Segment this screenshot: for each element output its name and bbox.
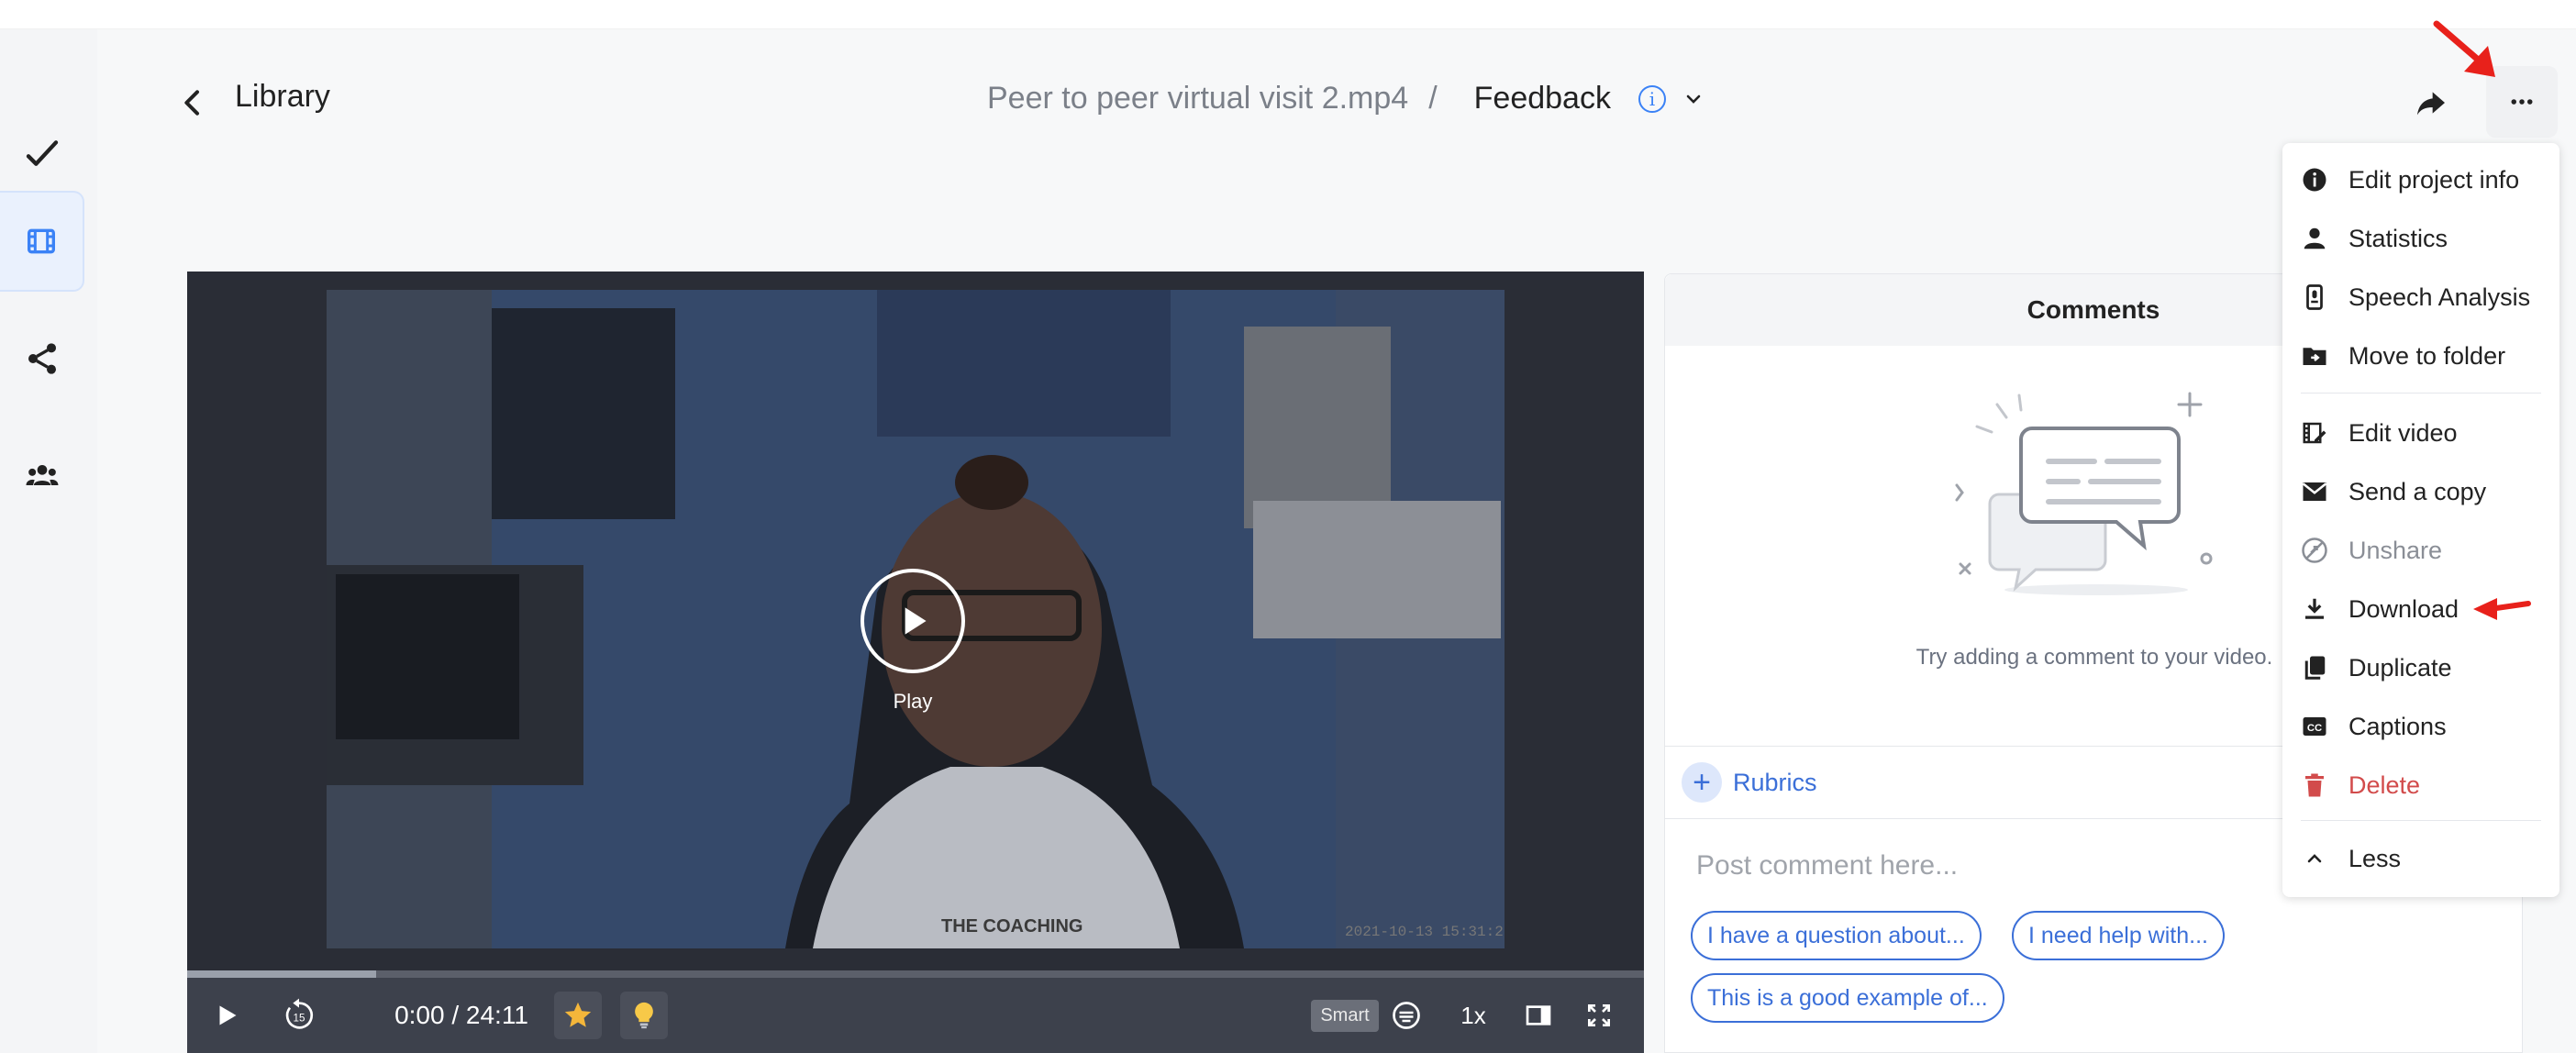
cc-icon: CC bbox=[2303, 717, 2326, 736]
duplicate-icon bbox=[2304, 656, 2326, 680]
ellipsis-icon bbox=[2511, 99, 2533, 105]
play-overlay-button[interactable] bbox=[861, 569, 965, 673]
progress-bar[interactable] bbox=[187, 970, 1644, 978]
person-icon bbox=[2304, 227, 2326, 249]
menu-item-label: Edit project info bbox=[2348, 165, 2520, 194]
edit-video-icon bbox=[2303, 422, 2326, 444]
fullscreen-button[interactable] bbox=[1576, 978, 1622, 1053]
play-icon bbox=[219, 1005, 237, 1025]
unshare-icon bbox=[2302, 538, 2327, 563]
annotation-arrow-icon bbox=[2433, 20, 2495, 77]
chevron-left-icon bbox=[184, 90, 199, 116]
share-nodes-icon bbox=[28, 343, 56, 374]
view-selector[interactable]: Feedback bbox=[1474, 81, 1611, 116]
more-options-menu: Edit project info Statistics Speech Anal… bbox=[2282, 143, 2559, 897]
menu-item-unshare[interactable]: Unshare bbox=[2282, 521, 2559, 580]
svg-text:2021-10-13 15:31:22: 2021-10-13 15:31:22 bbox=[1345, 924, 1505, 940]
skip-back-seconds: 15 bbox=[294, 1013, 305, 1025]
speed-button[interactable]: 1x bbox=[1446, 978, 1501, 1053]
menu-item-label: Speech Analysis bbox=[2348, 283, 2531, 311]
smart-label: Smart bbox=[1311, 999, 1379, 1032]
subtitles-circle-icon bbox=[1393, 1002, 1420, 1029]
checkmark-trend-icon bbox=[26, 140, 59, 166]
time-display: 0:00 / 24:11 bbox=[394, 1001, 528, 1029]
suggestion-chip-example[interactable]: This is a good example of... bbox=[1691, 973, 2004, 1023]
play-button[interactable] bbox=[204, 978, 250, 1053]
video-controls: 15 0:00 / 24:11 Smart 1x bbox=[187, 978, 1644, 1053]
progress-fill bbox=[187, 970, 377, 978]
annotation-arrow-icon bbox=[2473, 598, 2531, 620]
idea-button[interactable] bbox=[620, 992, 668, 1039]
menu-item-label: Move to folder bbox=[2348, 341, 2506, 370]
layout-panel-icon bbox=[1526, 1005, 1551, 1025]
menu-item-move-to-folder[interactable]: Move to folder bbox=[2282, 327, 2559, 385]
menu-item-label: Download bbox=[2348, 594, 2459, 623]
menu-item-speech-analysis[interactable]: Speech Analysis bbox=[2282, 268, 2559, 327]
info-icon[interactable]: i bbox=[1638, 84, 1666, 113]
menu-item-label: Captions bbox=[2348, 712, 2447, 740]
menu-item-label: Send a copy bbox=[2348, 477, 2487, 505]
menu-item-duplicate[interactable]: Duplicate bbox=[2282, 638, 2559, 697]
speech-analysis-icon bbox=[2306, 284, 2323, 310]
menu-item-captions[interactable]: CC Captions bbox=[2282, 697, 2559, 756]
empty-comments-illustration bbox=[1955, 392, 2213, 595]
suggestion-chip-help[interactable]: I need help with... bbox=[2012, 911, 2225, 960]
suggestion-chip-question[interactable]: I have a question about... bbox=[1691, 911, 1982, 960]
sidebar bbox=[0, 29, 97, 1053]
menu-item-label: Unshare bbox=[2348, 536, 2443, 564]
svg-text:CC: CC bbox=[2307, 723, 2322, 734]
sidebar-item-people[interactable] bbox=[0, 426, 84, 526]
plus-icon: + bbox=[1682, 762, 1722, 803]
post-comment-input[interactable]: Post comment here... bbox=[1696, 850, 1958, 881]
folder-move-icon bbox=[2303, 348, 2326, 365]
menu-item-label: Duplicate bbox=[2348, 653, 2452, 682]
info-circle-icon bbox=[2303, 168, 2326, 192]
rewind-15-icon: 15 bbox=[285, 998, 314, 1029]
trash-icon bbox=[2305, 773, 2324, 797]
sidebar-item-share[interactable] bbox=[0, 308, 84, 409]
svg-text:THE COACHING: THE COACHING bbox=[941, 916, 1083, 937]
captions-settings-button[interactable] bbox=[1383, 978, 1429, 1053]
top-strip bbox=[0, 0, 2576, 29]
menu-item-delete[interactable]: Delete bbox=[2282, 756, 2559, 815]
sidebar-item-analytics[interactable] bbox=[0, 103, 84, 204]
chevron-down-icon[interactable] bbox=[1682, 88, 1704, 110]
play-label: Play bbox=[893, 690, 933, 713]
back-link-library[interactable]: Library bbox=[235, 79, 330, 115]
menu-item-label: Less bbox=[2348, 844, 2402, 872]
play-icon bbox=[905, 607, 927, 635]
menu-item-label: Edit video bbox=[2348, 418, 2458, 447]
menu-item-edit-video[interactable]: Edit video bbox=[2282, 404, 2559, 462]
menu-divider bbox=[2301, 820, 2541, 821]
menu-item-statistics[interactable]: Statistics bbox=[2282, 209, 2559, 268]
menu-item-label: Statistics bbox=[2348, 224, 2448, 252]
star-button[interactable] bbox=[554, 992, 602, 1039]
smart-toggle[interactable]: Smart bbox=[1308, 978, 1382, 1053]
chevron-up-icon bbox=[2307, 854, 2322, 863]
star-icon bbox=[564, 1002, 592, 1027]
menu-item-send-a-copy[interactable]: Send a copy bbox=[2282, 462, 2559, 521]
film-icon bbox=[28, 228, 55, 254]
lightbulb-icon bbox=[635, 1002, 653, 1029]
sidebar-item-library[interactable] bbox=[0, 191, 84, 292]
skip-back-button[interactable]: 15 bbox=[272, 978, 327, 1053]
fullscreen-icon bbox=[1588, 1004, 1610, 1026]
menu-item-label: Delete bbox=[2348, 770, 2421, 799]
envelope-icon bbox=[2302, 482, 2327, 501]
download-icon bbox=[2305, 598, 2324, 619]
sidebar-layout-button[interactable] bbox=[1516, 978, 1561, 1053]
breadcrumb: Peer to peer virtual visit 2.mp4 / Feedb… bbox=[987, 81, 1704, 116]
back-button[interactable] bbox=[174, 84, 211, 121]
menu-item-edit-project-info[interactable]: Edit project info bbox=[2282, 150, 2559, 209]
breadcrumb-separator: / bbox=[1428, 81, 1438, 116]
rubrics-label: Rubrics bbox=[1733, 768, 1817, 796]
menu-item-less[interactable]: Less bbox=[2282, 829, 2559, 888]
users-icon bbox=[26, 465, 59, 485]
share-arrow-icon bbox=[2417, 92, 2445, 116]
share-button[interactable] bbox=[2404, 75, 2459, 130]
file-name: Peer to peer virtual visit 2.mp4 bbox=[987, 81, 1409, 116]
